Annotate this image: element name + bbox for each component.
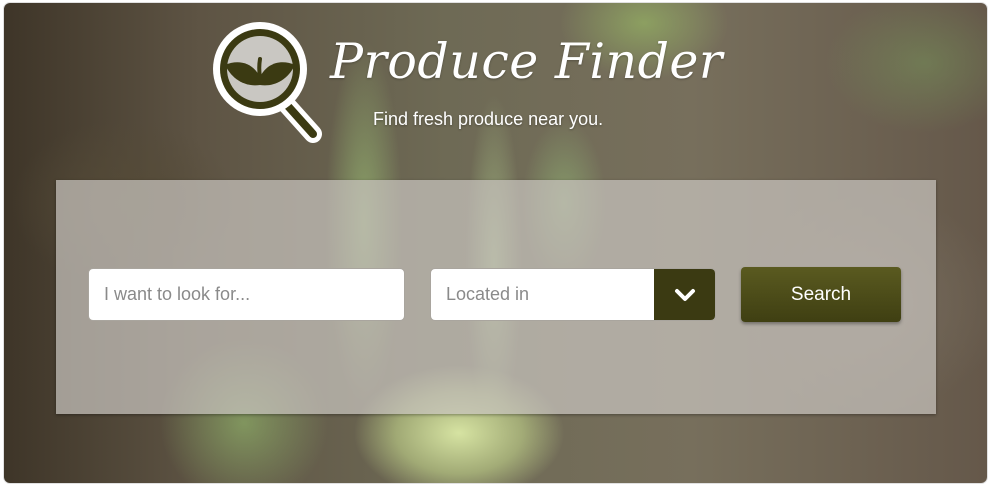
dropdown-toggle[interactable] (654, 269, 715, 320)
location-dropdown[interactable]: Located in (430, 268, 716, 321)
magnifier-leaf-icon (213, 22, 322, 143)
location-placeholder: Located in (446, 284, 530, 304)
app-title: Produce Finder (330, 33, 723, 90)
search-input[interactable] (88, 268, 405, 321)
chevron-down-icon (674, 288, 695, 301)
tagline: Find fresh produce near you. (373, 109, 604, 129)
search-button[interactable]: Search (741, 267, 901, 322)
hero-background: Produce Finder Find fresh produce near y… (4, 3, 987, 483)
search-panel: Located in Search (56, 180, 936, 414)
